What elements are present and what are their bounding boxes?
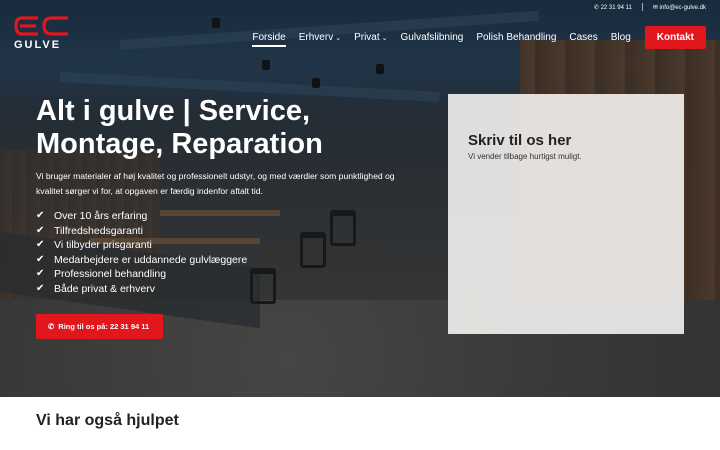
top-contact-bar: ✆ 22 31 94 11 ✉ info@ec-gulve.dk: [594, 3, 706, 11]
nav-item-label: Cases: [569, 32, 598, 43]
topbar-phone-text: 22 31 94 11: [600, 4, 632, 11]
list-item-text: Medarbejdere er uddannede gulvlæggere: [54, 253, 248, 266]
call-us-button[interactable]: ✆ Ring til os på: 22 31 94 11: [36, 313, 164, 339]
check-icon: ✔: [36, 239, 45, 251]
check-icon: ✔: [36, 268, 45, 280]
list-item-text: Professionel behandling: [54, 268, 167, 281]
list-item: ✔ Vi tilbyder prisgaranti: [36, 238, 416, 253]
list-item: ✔ Tilfredshedsgaranti: [36, 224, 416, 239]
logo-brand-text: GULVE: [14, 39, 62, 51]
chevron-down-icon: ⌄: [381, 34, 388, 42]
topbar-phone[interactable]: ✆ 22 31 94 11: [594, 4, 632, 11]
list-item-text: Både privat & erhverv: [54, 282, 155, 295]
check-icon: ✔: [36, 282, 45, 294]
nav-item-label: Polish Behandling: [476, 32, 557, 43]
nav-item-cases[interactable]: Cases: [569, 32, 597, 43]
benefits-list: ✔ Over 10 års erfaring ✔ Tilfredshedsgaran…: [36, 209, 416, 297]
form-subtitle: Vi vender tilbage hurtigst muligt.: [468, 152, 582, 161]
hero-content: Alt i gulve | Service, Montage, Reparati…: [36, 95, 416, 339]
nav-item-privat[interactable]: Privat ⌄: [354, 32, 387, 43]
hero-title-line2: Montage, Reparation: [36, 128, 323, 160]
logo[interactable]: EC GULVE: [14, 14, 74, 51]
topbar-divider: [641, 3, 643, 11]
nav-item-forside[interactable]: Forside: [252, 32, 287, 47]
nav-item-gulvafslibning[interactable]: Gulvafslibning: [401, 32, 464, 43]
topbar-email[interactable]: ✉ info@ec-gulve.dk: [653, 4, 706, 11]
list-item-text: Tilfredshedsgaranti: [54, 224, 143, 237]
check-icon: ✔: [36, 253, 45, 265]
check-icon: ✔: [36, 210, 45, 221]
logo-mark: EC: [14, 16, 68, 36]
list-item-text: Over 10 års erfaring: [54, 210, 148, 222]
hero-subtitle: Vi bruger materialer af høj kvalitet og …: [36, 171, 395, 196]
list-item: ✔ Medarbejdere er uddannede gulvlæggere: [36, 253, 416, 268]
list-item-text: Vi tilbyder prisgaranti: [54, 239, 152, 252]
list-item: ✔ Over 10 års erfaring: [36, 209, 416, 224]
section-title: Vi har også hjulpet: [36, 412, 179, 429]
list-item: ✔ Både privat & erhverv: [36, 282, 416, 297]
phone-icon: ✆: [48, 321, 55, 331]
form-title: Skriv til os her: [468, 132, 572, 149]
nav-item-polish-behandling[interactable]: Polish Behandling: [476, 32, 556, 43]
contact-form-panel: Skriv til os her Vi vender tilbage hurti…: [448, 94, 684, 334]
main-nav: Forside Erhverv ⌄ Privat ⌄ Gulvafslibnin…: [239, 26, 706, 49]
kontakt-button[interactable]: Kontakt: [644, 26, 706, 49]
nav-item-erhverv[interactable]: Erhverv ⌄: [299, 32, 341, 43]
chevron-down-icon: ⌄: [335, 34, 342, 42]
phone-icon: ✆: [593, 4, 599, 11]
hero-title: Alt i gulve | Service, Montage, Reparati…: [36, 95, 416, 161]
list-item: ✔ Professionel behandling: [36, 267, 416, 282]
nav-item-label: Privat: [354, 32, 380, 43]
nav-item-blog[interactable]: Blog: [611, 32, 631, 43]
hero-title-line1: Alt i gulve | Service,: [36, 95, 311, 127]
nav-item-label: Blog: [610, 32, 631, 43]
nav-item-label: Forside: [252, 32, 286, 43]
envelope-icon: ✉: [652, 4, 658, 11]
call-us-button-label: Ring til os på: 22 31 94 11: [58, 321, 150, 331]
topbar-email-text: info@ec-gulve.dk: [659, 4, 706, 11]
nav-item-label: Erhverv: [298, 32, 334, 43]
nav-item-label: Gulvafslibning: [400, 32, 464, 43]
check-icon: ✔: [36, 224, 45, 236]
